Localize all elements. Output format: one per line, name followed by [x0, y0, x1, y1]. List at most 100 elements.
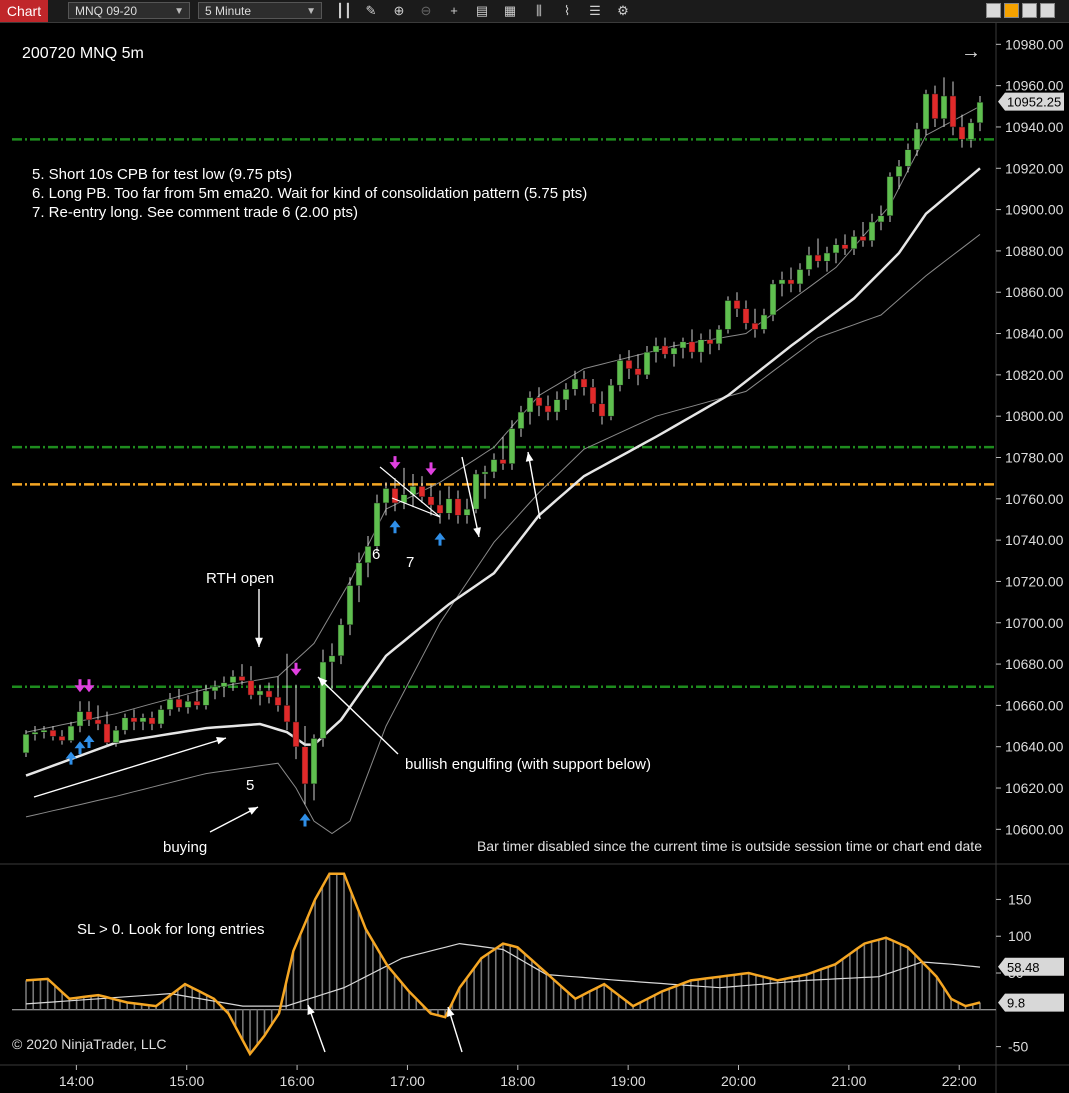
candle [769, 279, 777, 322]
candle [517, 405, 525, 437]
candle [418, 476, 426, 503]
candle [787, 267, 795, 293]
candle [58, 730, 66, 745]
candle [805, 246, 813, 276]
candle-body-down [148, 717, 156, 725]
long-entry-arrow-icon [74, 741, 86, 755]
templates-icon[interactable]: ⌇ [558, 2, 576, 20]
candle-body-up [445, 498, 453, 514]
candle [490, 453, 498, 479]
candle-body-up [940, 95, 948, 119]
candle [661, 337, 669, 359]
candle [760, 308, 768, 334]
candle-body-down [274, 696, 282, 706]
candle [544, 395, 552, 421]
candle [220, 676, 228, 698]
candle-body-up [526, 397, 534, 413]
bullish-engulfing-label: bullish engulfing (with support below) [405, 756, 651, 773]
candle-body-down [787, 279, 795, 285]
candle-body-down [625, 360, 633, 369]
candle [832, 238, 840, 264]
note-6: 6. Long PB. Too far from 5m ema20. Wait … [32, 185, 587, 202]
candle [436, 490, 444, 524]
candle-body-up [976, 101, 984, 124]
candle [841, 234, 849, 256]
bar-type-icon[interactable]: ┃┃ [335, 2, 353, 20]
candle [31, 726, 39, 741]
candle [868, 213, 876, 247]
candle-body-up [760, 314, 768, 330]
candle-body-down [580, 378, 588, 388]
candle [256, 684, 264, 706]
chart-title: 200720 MNQ 5m [22, 45, 144, 62]
candle [580, 370, 588, 396]
candle-body-down [292, 721, 300, 747]
candle-body-up [652, 345, 660, 353]
crosshair-icon[interactable]: + [445, 2, 463, 20]
candle-body-up [112, 729, 120, 743]
properties-icon[interactable]: ☰ [586, 2, 604, 20]
candle [463, 498, 471, 524]
price-tick-label: 10880.00 [1005, 243, 1064, 259]
candle-body-down [58, 736, 66, 741]
trend-arrow [33, 736, 227, 798]
horizontal-levels[interactable] [12, 138, 996, 689]
candle-body-down [85, 711, 93, 721]
maximize-button[interactable] [1022, 3, 1037, 18]
chart-canvas[interactable]: 10600.00 10620.00 10640.00 10660.00 10680.00… [0, 22, 1069, 1093]
candle [742, 300, 750, 330]
strategies-icon[interactable]: ▦ [501, 2, 519, 20]
data-box-icon[interactable]: ▤ [473, 2, 491, 20]
candle [850, 230, 858, 256]
highlight-button[interactable] [1004, 3, 1019, 18]
candle [526, 391, 534, 425]
candle-body-up [562, 389, 570, 400]
indicator-tick-label: 100 [1008, 928, 1032, 944]
price-tick-label: 10660.00 [1005, 697, 1064, 713]
candle-body-up [616, 360, 624, 386]
candle [931, 85, 939, 127]
rth-open-label: RTH open [206, 570, 274, 587]
candle-body-down [535, 397, 543, 407]
interval-selector[interactable]: 5 Minute ▼ [198, 2, 322, 19]
arrow-head [255, 637, 263, 647]
candle [958, 114, 966, 148]
candle-body-down [931, 93, 939, 119]
candle [553, 391, 561, 421]
candle-body-up [463, 508, 471, 516]
candle-body-up [31, 731, 39, 735]
options-icon[interactable]: ⚙ [614, 2, 632, 20]
zoom-in-icon[interactable]: ⊕ [390, 2, 408, 20]
arrow-head [216, 736, 226, 745]
chart-tab[interactable]: Chart [0, 0, 48, 22]
current-price-label: 10952.25 [1007, 95, 1061, 110]
candle-body-up [166, 698, 174, 710]
short-entry-arrow-icon [425, 462, 437, 476]
arrow-right-icon[interactable]: → [961, 41, 981, 63]
time-tick-label: 20:00 [721, 1073, 756, 1089]
candle-body-down [427, 496, 435, 506]
price-tick-label: 10820.00 [1005, 367, 1064, 383]
price-tick-label: 10860.00 [1005, 284, 1064, 300]
indicators-icon[interactable]: ⫼ [530, 2, 548, 20]
annotation-arrows[interactable] [33, 451, 541, 1053]
price-tick-label: 10900.00 [1005, 202, 1064, 218]
candle-body-down [733, 300, 741, 310]
zoom-out-icon[interactable]: ⊖ [417, 2, 435, 20]
candle [913, 122, 921, 156]
candle-body-up [337, 624, 345, 657]
candle [976, 95, 984, 132]
instrument-selector[interactable]: MNQ 09-20 ▼ [68, 2, 190, 19]
candle-body-up [22, 734, 30, 754]
candle-body-up [364, 546, 372, 564]
minimize-button[interactable] [986, 3, 1001, 18]
candle-body-up [67, 725, 75, 741]
trade-7-label: 7 [406, 554, 414, 571]
close-button[interactable] [1040, 3, 1055, 18]
candle-body-up [202, 690, 210, 706]
candle-body-down [94, 719, 102, 725]
draw-pencil-icon[interactable]: ✎ [362, 2, 380, 20]
candle-body-down [301, 746, 309, 785]
price-tick-label: 10840.00 [1005, 326, 1064, 342]
candle-body-up [229, 676, 237, 683]
